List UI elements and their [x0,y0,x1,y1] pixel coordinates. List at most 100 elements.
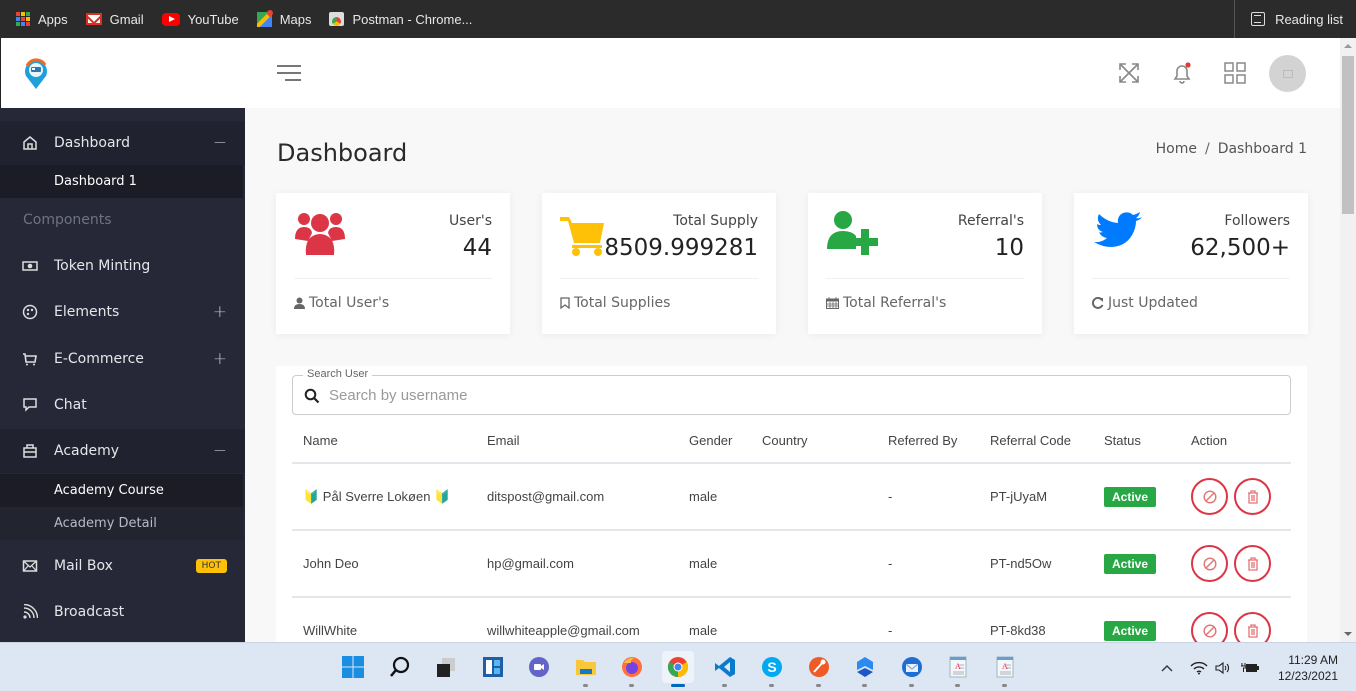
search-input[interactable] [329,382,1229,408]
stat-label: Total Supply [673,213,758,229]
expand-icon[interactable]: + [213,349,227,369]
stat-footer-text: Total Supplies [574,295,671,311]
delete-button[interactable] [1234,545,1271,582]
sidebar-item-academy[interactable]: Academy − [0,429,245,473]
sidebar-item-e-commerce[interactable]: E-Commerce + [0,337,245,381]
expand-icon[interactable]: + [213,302,227,322]
status-badge: Active [1104,486,1157,507]
sidebar-item-dashboard[interactable]: Dashboard − [0,121,245,165]
sidebar-item-label: Elements [54,304,120,320]
sidebar-subitem-academy-detail[interactable]: Academy Detail [0,507,243,540]
widgets-icon[interactable] [477,651,509,683]
bookmark-gmail[interactable]: Gmail [85,12,144,27]
cell-status: Active [1104,531,1157,596]
postman-icon[interactable] [803,651,835,687]
column-header-referred-by[interactable]: Referred By [888,419,957,462]
block-button[interactable] [1191,478,1228,515]
scroll-down-arrow-icon[interactable] [1344,632,1352,636]
delete-button[interactable] [1234,612,1271,642]
system-clock[interactable]: 11:29 AM 12/23/2021 [1278,652,1338,684]
sidebar-item-elements[interactable]: Elements + [0,290,245,334]
cell-status: Active [1104,464,1157,529]
mail-icon [22,558,38,574]
users-table-card: Search User Name Email Gender Country Re… [276,366,1307,642]
firefox-icon[interactable] [616,651,648,687]
cell-actions [1191,531,1271,596]
teams-chat-icon[interactable] [523,651,555,683]
bookmark-postman[interactable]: Postman - Chrome... [329,12,472,27]
page: Dashboard − Dashboard 1 Components Token… [0,38,1340,642]
column-header-name[interactable]: Name [303,419,338,462]
battery-charging-icon[interactable] [1241,661,1259,675]
windows-start-icon[interactable] [337,651,369,683]
stat-footer-text: Total User's [309,295,390,311]
collapse-icon[interactable]: − [213,133,227,153]
sidebar-subitem-dashboard-1[interactable]: Dashboard 1 [0,165,243,198]
column-header-gender[interactable]: Gender [689,419,732,462]
volume-icon[interactable] [1215,661,1231,675]
users-icon [295,213,345,255]
thunderbird-icon[interactable] [896,651,928,687]
collapse-icon[interactable]: − [213,441,227,461]
main-content: Dashboard Home / Dashboard 1 User's 44 T… [245,108,1340,642]
document-icon[interactable]: A [942,651,974,687]
chrome-icon[interactable] [662,651,694,687]
stat-footer-text: Just Updated [1108,295,1198,311]
user-avatar[interactable] [1269,55,1306,92]
sidebar-item-token-minting[interactable]: Token Minting [0,244,245,288]
column-header-status[interactable]: Status [1104,419,1141,462]
bookmark-maps[interactable]: Maps [256,11,312,27]
file-explorer-icon[interactable] [570,651,602,687]
vscode-icon[interactable] [709,651,741,687]
chevron-up-icon[interactable] [1160,663,1174,673]
search-icon[interactable] [384,651,416,683]
menu-toggle-button[interactable] [277,64,301,82]
document-icon[interactable]: A [989,651,1021,687]
scroll-up-arrow-icon[interactable] [1344,44,1352,48]
status-badge: Active [1104,553,1157,574]
sidebar-item-chat[interactable]: Chat [0,383,245,427]
sidebar-item-label: Academy [54,443,120,459]
calendar-icon [826,297,839,309]
fullscreen-icon[interactable] [1116,60,1142,86]
search-icon [304,388,320,404]
stat-value: 8509.999281 [604,235,758,261]
block-button[interactable] [1191,545,1228,582]
trash-icon [1247,556,1258,571]
app-icon[interactable] [849,651,881,687]
column-header-country[interactable]: Country [762,419,808,462]
bookmark-youtube[interactable]: YouTube [161,12,239,27]
skype-icon[interactable]: S [756,651,788,687]
wifi-icon[interactable] [1190,661,1208,675]
page-title: Dashboard [277,139,408,167]
bookmark-label: Maps [279,11,312,27]
column-header-referral-code[interactable]: Referral Code [990,419,1071,462]
breadcrumb-home[interactable]: Home [1156,141,1197,157]
svg-text:A: A [955,662,961,671]
reading-list-button[interactable]: Reading list [1234,0,1343,38]
delete-button[interactable] [1234,478,1271,515]
twitter-icon [1094,212,1142,247]
bookmark-apps[interactable]: Apps [16,12,68,27]
sidebar-item-broadcast[interactable]: Broadcast [0,590,245,634]
scrollbar-thumb[interactable] [1342,56,1354,214]
gmail-icon [85,13,102,25]
task-view-icon[interactable] [430,651,462,683]
user-plus-icon [827,211,878,255]
column-header-email[interactable]: Email [487,419,520,462]
cart-icon [22,351,38,367]
sidebar-subitem-academy-course[interactable]: Academy Course [0,474,243,507]
stat-value: 62,500+ [1190,235,1290,261]
stat-card-referrals: Referral's 10 Total Referral's [808,193,1042,334]
page-scrollbar[interactable] [1340,38,1356,642]
trash-icon [1247,489,1258,504]
bookmark-icon [560,297,570,309]
users-table: Name Email Gender Country Referred By Re… [292,419,1291,642]
stat-label: Followers [1224,213,1290,229]
sidebar-item-mail-box[interactable]: Mail Box HOT [0,544,245,588]
block-button[interactable] [1191,612,1228,642]
bell-icon[interactable] [1169,60,1195,86]
stat-label: Referral's [957,213,1024,229]
postman-icon [329,12,345,26]
apps-icon[interactable] [1222,60,1248,86]
